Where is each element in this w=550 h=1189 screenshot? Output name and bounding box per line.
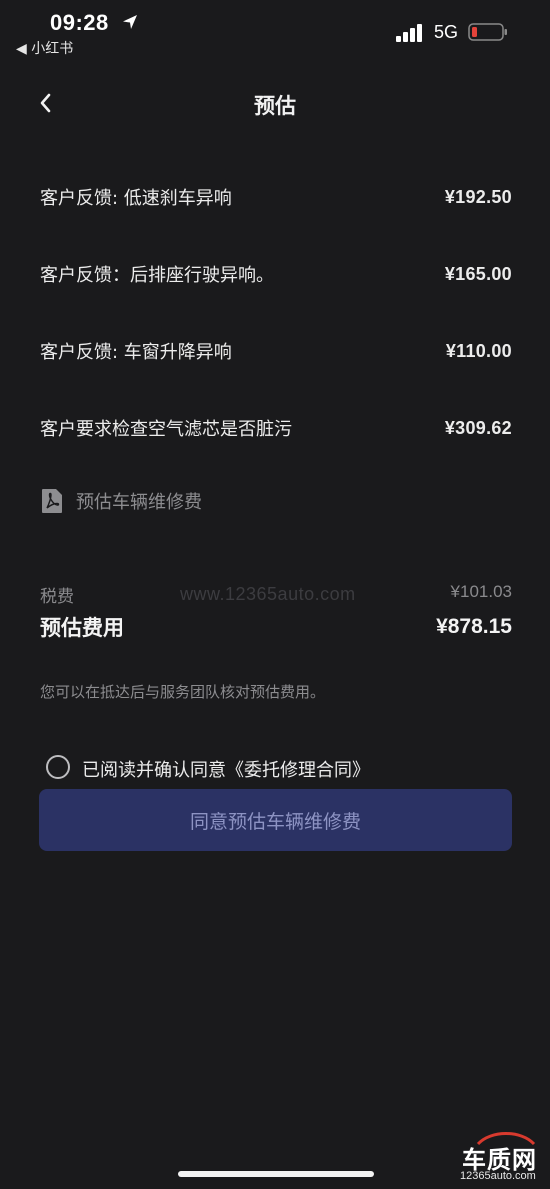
item-label: 客户反馈：后排座行驶异响。 (40, 265, 274, 286)
item-price: ¥309.62 (444, 417, 512, 438)
estimate-item: 客户反馈: 低速刹车异响 ¥192.50 (40, 182, 512, 212)
item-price: ¥110.00 (445, 340, 512, 361)
estimate-note: 您可以在抵达后与服务团队核对预估费用。 (40, 683, 326, 701)
pdf-icon (42, 489, 62, 513)
agree-estimate-button[interactable]: 同意预估车辆维修费 (39, 789, 512, 851)
status-time: 09:28 (50, 10, 109, 35)
location-arrow-icon (123, 15, 137, 29)
agreement-radio[interactable] (46, 755, 70, 779)
battery-icon (468, 23, 507, 41)
item-price: ¥165.00 (444, 263, 512, 284)
back-to-app-link[interactable]: ◀ 小红书 (16, 38, 73, 58)
total-value: ¥878.15 (436, 615, 512, 638)
tax-row: 税费 ¥101.03 (40, 582, 512, 607)
page-title: 预估 (254, 94, 296, 118)
tax-value: ¥101.03 (450, 582, 512, 601)
tax-label: 税费 (40, 587, 74, 607)
logo-subtext: 12365auto.com (460, 1170, 536, 1182)
site-logo: 车质网 12365auto.com (460, 1132, 542, 1184)
home-indicator[interactable] (178, 1171, 374, 1177)
agreement-text[interactable]: 已阅读并确认同意《委托修理合同》 (82, 756, 370, 782)
estimate-item: 客户反馈：后排座行驶异响。 ¥165.00 (40, 259, 512, 289)
total-row: 预估费用 ¥878.15 (40, 612, 512, 642)
estimate-item: 客户反馈: 车窗升降异响 ¥110.00 (40, 336, 512, 366)
item-label: 客户反馈: 车窗升降异响 (40, 342, 232, 363)
item-price: ¥192.50 (444, 186, 512, 207)
estimate-pdf-link[interactable]: 预估车辆维修费 (40, 486, 202, 516)
signal-icon (396, 24, 422, 42)
estimate-item: 客户要求检查空气滤芯是否脏污 ¥309.62 (40, 413, 512, 443)
total-label: 预估费用 (40, 616, 124, 640)
item-label: 客户反馈: 低速刹车异响 (40, 188, 232, 209)
pdf-link-label: 预估车辆维修费 (76, 492, 202, 513)
network-type: 5G (434, 22, 459, 42)
item-label: 客户要求检查空气滤芯是否脏污 (40, 419, 292, 440)
